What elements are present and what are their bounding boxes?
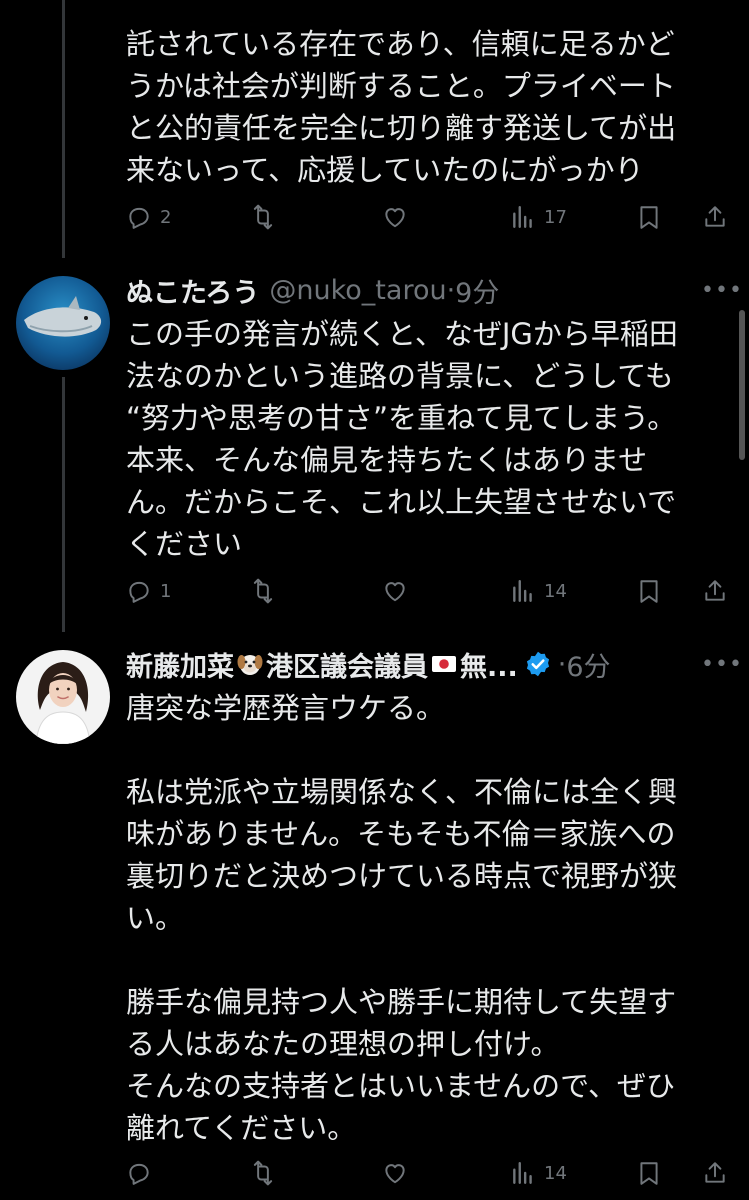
- tweet-body: この手の発言が続くと、なぜJGから早稲田 法なのかという進路の背景に、どうしても…: [126, 317, 678, 561]
- share-icon: [705, 206, 725, 227]
- view-count: 17: [544, 206, 567, 228]
- retweet-button[interactable]: [250, 571, 276, 611]
- reply-button[interactable]: 2: [126, 197, 171, 237]
- share-icon: [705, 1162, 725, 1183]
- tweet-body: 託されている存在であり、信頼に足るかど うかは社会が判断すること。プライベート …: [126, 27, 677, 187]
- views-bar-chart-icon: [513, 1162, 532, 1184]
- display-name[interactable]: ぬこたろう: [126, 271, 259, 310]
- view-count: 14: [544, 1162, 567, 1184]
- views-bar-chart-icon: [513, 580, 532, 602]
- bookmark-button[interactable]: [636, 1153, 662, 1193]
- reply-icon: [129, 1163, 149, 1185]
- bookmark-button[interactable]: [636, 571, 662, 611]
- share-button[interactable]: [702, 197, 728, 237]
- share-icon: [705, 580, 725, 601]
- separator-dot: ·: [446, 274, 456, 306]
- timestamp[interactable]: 9分: [455, 271, 499, 310]
- verified-badge-icon: [526, 651, 549, 677]
- retweet-button[interactable]: [250, 197, 276, 237]
- retweet-icon: [253, 578, 273, 604]
- reply-count: 2: [160, 206, 172, 228]
- japan-flag-icon: [432, 656, 456, 672]
- tweet-body: 唐突な学歴発言ウケる。 私は党派や立場関係なく、不倫には全く興 味がありません。…: [126, 691, 678, 1145]
- heart-icon: [385, 1164, 405, 1184]
- heart-icon: [385, 582, 405, 602]
- like-button[interactable]: [382, 1153, 408, 1193]
- reply-icon: [129, 207, 149, 229]
- avatar[interactable]: [16, 650, 110, 744]
- reply-count: 1: [160, 580, 172, 602]
- display-name-part-1[interactable]: 新藤加菜: [126, 645, 234, 684]
- tweet-2[interactable]: ぬこたろう @nuko_tarou · 9分 ••• この手の発言が続くと、なぜ…: [0, 258, 749, 632]
- bookmark-icon: [640, 1162, 658, 1185]
- retweet-icon: [253, 1160, 273, 1186]
- user-handle[interactable]: @nuko_tarou: [269, 275, 446, 306]
- like-button[interactable]: [382, 197, 408, 237]
- avatar[interactable]: [16, 276, 110, 370]
- like-button[interactable]: [382, 571, 408, 611]
- share-button[interactable]: [702, 1153, 728, 1193]
- reply-icon: [129, 581, 149, 603]
- view-count: 14: [544, 580, 567, 602]
- bookmark-icon: [640, 580, 658, 603]
- tweet-3[interactable]: 新藤加菜 港区議会議員 無... · 6分 ••• 唐突な学歴発言ウケる。 私は…: [0, 632, 749, 1200]
- views-bar-chart-icon: [513, 206, 532, 228]
- tweet-actions: 2 17: [126, 197, 733, 237]
- retweet-button[interactable]: [250, 1153, 276, 1193]
- views-button[interactable]: 14: [510, 1153, 567, 1193]
- bookmark-button[interactable]: [636, 197, 662, 237]
- more-icon[interactable]: •••: [701, 276, 742, 306]
- tweet-actions: 1 14: [126, 571, 733, 611]
- bookmark-icon: [640, 206, 658, 229]
- reply-button[interactable]: 1: [126, 571, 171, 611]
- reply-button[interactable]: [126, 1153, 160, 1193]
- tweet-actions: 14: [126, 1153, 733, 1193]
- heart-icon: [385, 208, 405, 228]
- views-button[interactable]: 17: [510, 197, 567, 237]
- more-icon[interactable]: •••: [701, 650, 742, 680]
- tweet-header: ぬこたろう @nuko_tarou · 9分: [126, 270, 709, 310]
- dog-face-icon: [237, 655, 263, 675]
- separator-dot: ·: [557, 648, 567, 680]
- display-name-part-3[interactable]: 無...: [460, 645, 518, 684]
- views-button[interactable]: 14: [510, 571, 567, 611]
- display-name-part-2[interactable]: 港区議会議員: [266, 645, 428, 684]
- retweet-icon: [253, 204, 273, 230]
- share-button[interactable]: [702, 571, 728, 611]
- tweet-header: 新藤加菜 港区議会議員 無... · 6分: [126, 644, 709, 684]
- timestamp[interactable]: 6分: [566, 645, 610, 684]
- tweet-1[interactable]: 託されている存在であり、信頼に足るかど うかは社会が判断すること。プライベート …: [0, 0, 749, 258]
